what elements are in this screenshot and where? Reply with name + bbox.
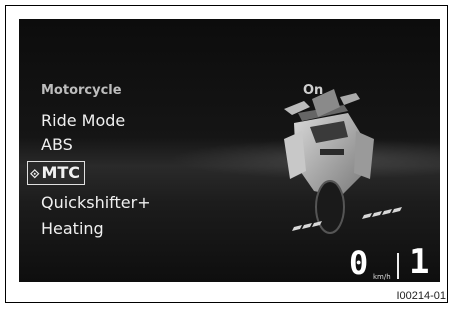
menu-item-mtc[interactable]: ⟐ MTC bbox=[27, 161, 86, 185]
menu-item-abs[interactable]: ABS bbox=[41, 135, 73, 154]
dashboard-display: Motorcycle On Ride Mode ABS ⟐ MTC Quicksh… bbox=[19, 19, 440, 282]
speed-gear-divider bbox=[397, 253, 399, 279]
motorcycle-rear-icon bbox=[284, 89, 402, 234]
menu-item-quickshifter[interactable]: Quickshifter+ bbox=[41, 193, 151, 212]
menu-item-mtc-label: MTC bbox=[41, 163, 81, 182]
speed-value: 0 bbox=[349, 244, 369, 282]
gear-indicator: 1 bbox=[409, 242, 430, 282]
speed-unit: km/h bbox=[373, 273, 391, 281]
menu-header: Motorcycle bbox=[41, 83, 122, 98]
menu-item-ride-mode[interactable]: Ride Mode bbox=[41, 111, 125, 130]
selection-arrow-icon: ⟐ bbox=[30, 167, 40, 181]
menu-item-heating[interactable]: Heating bbox=[41, 219, 104, 238]
figure-code: I00214-01 bbox=[396, 290, 446, 302]
